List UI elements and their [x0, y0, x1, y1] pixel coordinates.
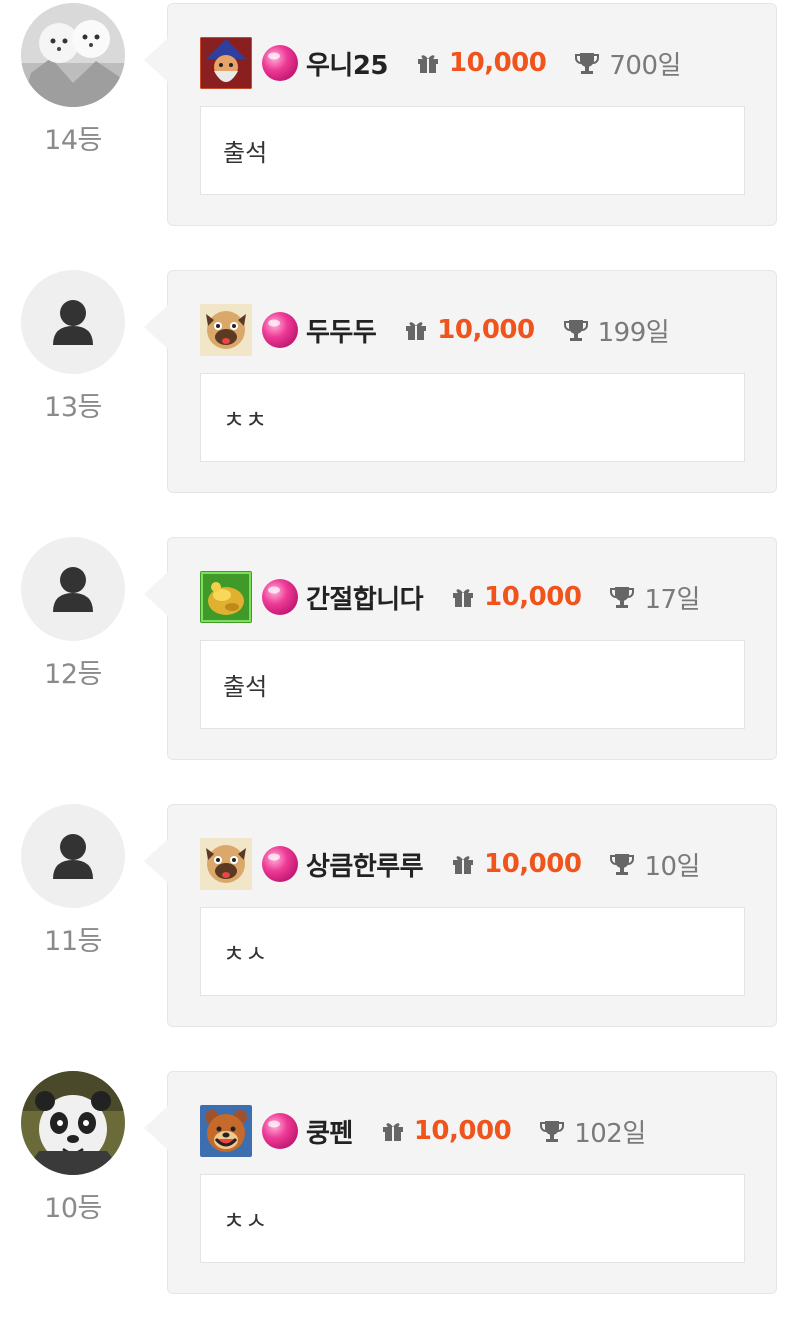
user-avatar-photo[interactable]: [21, 3, 125, 107]
comment-bubble: 상큼한루루 10,000 10일 ㅊㅅ: [144, 804, 777, 1027]
comment-bubble: 우니25 10,000 700일 출석: [144, 3, 777, 226]
attendance-entry: 14등 우니25 10,000 700일 출석: [0, 0, 800, 267]
gift-icon: [416, 51, 440, 75]
trophy-icon: [539, 1118, 565, 1144]
nickname[interactable]: 상큼한루루: [306, 846, 424, 883]
comment-bubble: 쿵펜 10,000 102일 ㅊㅅ: [144, 1071, 777, 1294]
rank-label: 12등: [44, 659, 102, 690]
entry-header: 상큼한루루 10,000 10일: [200, 837, 700, 891]
nickname[interactable]: 간절합니다: [306, 579, 424, 616]
streak-group: 102일: [539, 1113, 646, 1150]
trophy-icon: [574, 50, 600, 76]
streak-days: 199일: [597, 317, 670, 348]
streak-group: 199일: [563, 312, 670, 349]
attendance-entry: 12등 간절합니다 10,000 17일 출석: [0, 534, 800, 801]
comment-bubble: 두두두 10,000 199일 ㅊㅊ: [144, 270, 777, 493]
entry-header: 쿵펜 10,000 102일: [200, 1104, 646, 1158]
comment-text: ㅊㅅ: [200, 1174, 745, 1263]
entry-header: 간절합니다 10,000 17일: [200, 570, 700, 624]
streak-days: 10일: [644, 851, 700, 882]
points-group: 10,000: [381, 1116, 512, 1146]
streak-group: 700일: [574, 45, 681, 82]
points-group: 10,000: [451, 582, 582, 612]
points-value: 10,000: [449, 48, 547, 78]
rank-label: 13등: [44, 392, 102, 423]
pug-dog-icon: [200, 838, 252, 890]
comment-text: ㅊㅅ: [200, 907, 745, 996]
gift-icon: [381, 1119, 405, 1143]
default-user-icon[interactable]: [21, 804, 125, 908]
attendance-entry: 13등 두두두 10,000 199일 ㅊㅊ: [0, 267, 800, 534]
wizard-character-icon: [200, 37, 252, 89]
gold-treasure-icon: [200, 571, 252, 623]
nickname[interactable]: 우니25: [306, 45, 389, 82]
points-value: 10,000: [437, 315, 535, 345]
attendance-entry: 11등 상큼한루루 10,000 10일 ㅊㅅ: [0, 801, 800, 1068]
default-user-icon[interactable]: [21, 537, 125, 641]
comment-text: ㅊㅊ: [200, 373, 745, 462]
pink-candy-icon: [260, 577, 300, 617]
user-avatar-photo[interactable]: [21, 1071, 125, 1175]
comment-text: 출석: [200, 106, 745, 195]
points-value: 10,000: [484, 849, 582, 879]
comment-text: 출석: [200, 640, 745, 729]
streak-days: 17일: [644, 584, 700, 615]
trophy-icon: [609, 584, 635, 610]
pink-candy-icon: [260, 844, 300, 884]
trophy-icon: [609, 851, 635, 877]
comment-bubble: 간절합니다 10,000 17일 출석: [144, 537, 777, 760]
points-value: 10,000: [413, 1116, 512, 1146]
trophy-icon: [563, 317, 589, 343]
streak-days: 102일: [574, 1118, 646, 1149]
pink-candy-icon: [260, 310, 300, 350]
gift-icon: [451, 585, 475, 609]
entry-header: 두두두 10,000 199일: [200, 303, 670, 357]
default-user-icon[interactable]: [21, 270, 125, 374]
streak-group: 10일: [609, 846, 700, 883]
nickname[interactable]: 두두두: [306, 312, 377, 349]
gift-icon: [451, 852, 475, 876]
pink-candy-icon: [260, 1111, 300, 1151]
streak-days: 700일: [609, 50, 681, 81]
streak-group: 17일: [609, 579, 700, 616]
points-group: 10,000: [416, 48, 547, 78]
pug-dog-icon: [200, 304, 252, 356]
entry-header: 우니25 10,000 700일: [200, 36, 681, 90]
points-value: 10,000: [484, 582, 582, 612]
bear-character-icon: [200, 1105, 252, 1157]
points-group: 10,000: [451, 849, 582, 879]
nickname[interactable]: 쿵펜: [306, 1113, 353, 1150]
points-group: 10,000: [404, 315, 535, 345]
gift-icon: [404, 318, 428, 342]
rank-label: 14등: [44, 125, 102, 156]
attendance-entry: 10등 쿵펜 10,000 102일 ㅊㅅ: [0, 1068, 800, 1335]
rank-label: 11등: [44, 926, 102, 957]
pink-candy-icon: [260, 43, 300, 83]
rank-label: 10등: [44, 1193, 102, 1224]
